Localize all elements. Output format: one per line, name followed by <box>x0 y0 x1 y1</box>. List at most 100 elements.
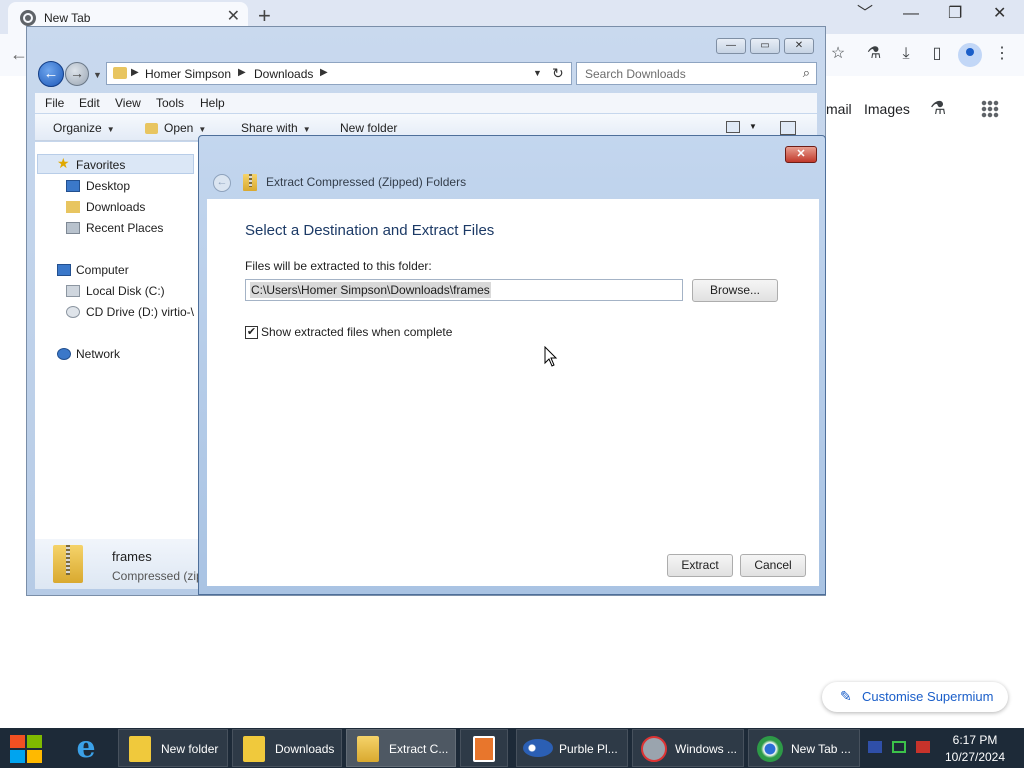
apps-grid-icon[interactable] <box>981 100 999 118</box>
volume-muted-icon[interactable] <box>916 741 930 753</box>
show-files-checkbox[interactable]: ✔ <box>245 326 258 339</box>
profile-avatar[interactable] <box>958 43 982 67</box>
refresh-icon[interactable]: ↻ <box>552 65 564 82</box>
menu-view[interactable]: View <box>115 96 141 110</box>
menu-edit[interactable]: Edit <box>79 96 100 110</box>
action-center-flag-icon[interactable] <box>868 741 882 753</box>
breadcrumb-arrow-icon[interactable]: ▶ <box>131 67 139 78</box>
breadcrumb-arrow-icon[interactable]: ▶ <box>320 67 328 78</box>
pencil-icon: ✎ <box>840 688 852 704</box>
customise-label: Customise Supermium <box>862 689 994 704</box>
dialog-content: Select a Destination and Extract Files F… <box>207 199 819 586</box>
breadcrumb-downloads[interactable]: Downloads <box>254 67 313 81</box>
nav-network[interactable]: Network <box>76 347 120 361</box>
menu-help[interactable]: Help <box>200 96 225 110</box>
folder-icon <box>129 736 151 762</box>
network-tray-icon[interactable] <box>892 741 906 753</box>
preview-pane-icon[interactable] <box>780 121 796 135</box>
chrome-icon <box>20 10 36 26</box>
breadcrumb-homer-simpson[interactable]: Homer Simpson <box>145 67 231 81</box>
dialog-title: Extract Compressed (Zipped) Folders <box>266 175 467 189</box>
taskbar-label: Purble Pl... <box>559 742 618 756</box>
explorer-menubar: File Edit View Tools Help <box>35 93 817 113</box>
view-dropdown-icon[interactable]: ▼ <box>749 122 757 131</box>
open-folder-icon <box>145 123 158 134</box>
nav-desktop[interactable]: Desktop <box>86 179 130 193</box>
menu-tools[interactable]: Tools <box>156 96 184 110</box>
start-button[interactable] <box>10 733 44 763</box>
recent-pages-dropdown[interactable]: ▼ <box>93 70 102 80</box>
explorer-back-button[interactable]: ← <box>38 61 64 87</box>
minimize-button[interactable]: — <box>903 5 919 23</box>
tab-title: New Tab <box>44 11 91 25</box>
new-folder-button[interactable]: New folder <box>340 121 397 135</box>
dialog-heading: Select a Destination and Extract Files <box>245 222 495 239</box>
mouse-cursor-icon <box>544 346 558 367</box>
network-icon <box>57 348 71 360</box>
restore-button[interactable]: ❐ <box>948 5 962 23</box>
taskbar-item-extract[interactable]: Extract C... <box>346 729 456 767</box>
taskbar-item-media-player[interactable] <box>460 729 508 767</box>
nav-favorites[interactable]: Favorites <box>76 158 125 172</box>
selected-file-type: Compressed (zip <box>112 569 203 583</box>
nav-computer[interactable]: Computer <box>76 263 129 277</box>
labs-icon[interactable]: ⚗ <box>930 98 946 119</box>
nav-downloads[interactable]: Downloads <box>86 200 145 214</box>
images-link[interactable]: Images <box>864 101 910 117</box>
customise-button[interactable]: ✎ Customise Supermium <box>822 682 1008 712</box>
nav-recent-places[interactable]: Recent Places <box>86 221 163 235</box>
windows-logo-blue <box>10 750 25 763</box>
address-bar[interactable]: ▶ Homer Simpson ▶ Downloads ▶ ▼ ↻ <box>106 62 572 85</box>
dialog-back-button[interactable]: ← <box>213 174 231 192</box>
zip-folder-icon <box>357 736 379 762</box>
explorer-minimize-button[interactable]: — <box>716 38 746 54</box>
bookmark-star-icon[interactable]: ☆ <box>828 44 848 64</box>
share-with-label: Share with <box>241 121 298 135</box>
dialog-close-button[interactable]: ✕ <box>785 146 817 163</box>
nav-cd-drive[interactable]: CD Drive (D:) virtio-\ <box>86 305 194 319</box>
gmail-link[interactable]: mail <box>826 101 852 117</box>
tab-search-button[interactable]: ﹀ <box>857 5 873 23</box>
computer-icon <box>57 264 71 276</box>
clock-date[interactable]: 10/27/2024 <box>940 750 1010 764</box>
labs-flask-icon[interactable]: ⚗ <box>864 44 884 64</box>
close-tab-button[interactable]: ✕ <box>227 8 240 26</box>
share-with-button[interactable]: Share with ▼ <box>241 121 311 135</box>
internet-explorer-icon[interactable]: e <box>70 732 102 764</box>
media-player-icon <box>473 736 495 762</box>
breadcrumb-arrow-icon[interactable]: ▶ <box>238 67 246 78</box>
taskbar-item-windows[interactable]: Windows ... <box>632 729 744 767</box>
more-menu-icon[interactable]: ⋮ <box>992 44 1012 64</box>
explorer-close-button[interactable]: ✕ <box>784 38 814 54</box>
open-button[interactable]: Open ▼ <box>164 121 206 135</box>
destination-label: Files will be extracted to this folder: <box>245 259 432 273</box>
browse-button[interactable]: Browse... <box>692 279 778 302</box>
taskbar: e New folder Downloads Extract C... Purb… <box>0 728 1024 768</box>
extract-dialog: ✕ ← Extract Compressed (Zipped) Folders … <box>198 135 826 595</box>
destination-input[interactable]: C:\Users\Homer Simpson\Downloads\frames <box>245 279 683 301</box>
nav-local-disk[interactable]: Local Disk (C:) <box>86 284 165 298</box>
recent-places-icon <box>66 222 80 234</box>
taskbar-item-downloads[interactable]: Downloads <box>232 729 342 767</box>
side-panel-icon[interactable]: ▯ <box>927 44 947 64</box>
change-view-icon[interactable] <box>726 121 740 133</box>
taskbar-item-new-folder[interactable]: New folder <box>118 729 228 767</box>
explorer-forward-button[interactable]: → <box>65 62 89 86</box>
close-window-button[interactable]: ✕ <box>993 5 1006 23</box>
clock-time[interactable]: 6:17 PM <box>945 733 1005 747</box>
search-input[interactable]: Search Downloads ⌕ <box>576 62 817 85</box>
show-files-label[interactable]: Show extracted files when complete <box>261 325 452 339</box>
download-icon[interactable]: ⤓ <box>896 44 916 64</box>
folder-icon <box>113 67 127 79</box>
new-tab-button[interactable]: + <box>258 4 271 28</box>
explorer-maximize-button[interactable]: ▭ <box>750 38 780 54</box>
extract-button[interactable]: Extract <box>667 554 733 577</box>
taskbar-item-purble-place[interactable]: Purble Pl... <box>516 729 628 767</box>
local-disk-icon <box>66 285 80 297</box>
menu-file[interactable]: File <box>45 96 64 110</box>
star-icon: ★ <box>57 155 70 171</box>
cancel-button[interactable]: Cancel <box>740 554 806 577</box>
organize-button[interactable]: Organize ▼ <box>53 121 115 135</box>
taskbar-item-new-tab[interactable]: New Tab ... <box>748 729 860 767</box>
address-dropdown-icon[interactable]: ▼ <box>533 68 542 78</box>
